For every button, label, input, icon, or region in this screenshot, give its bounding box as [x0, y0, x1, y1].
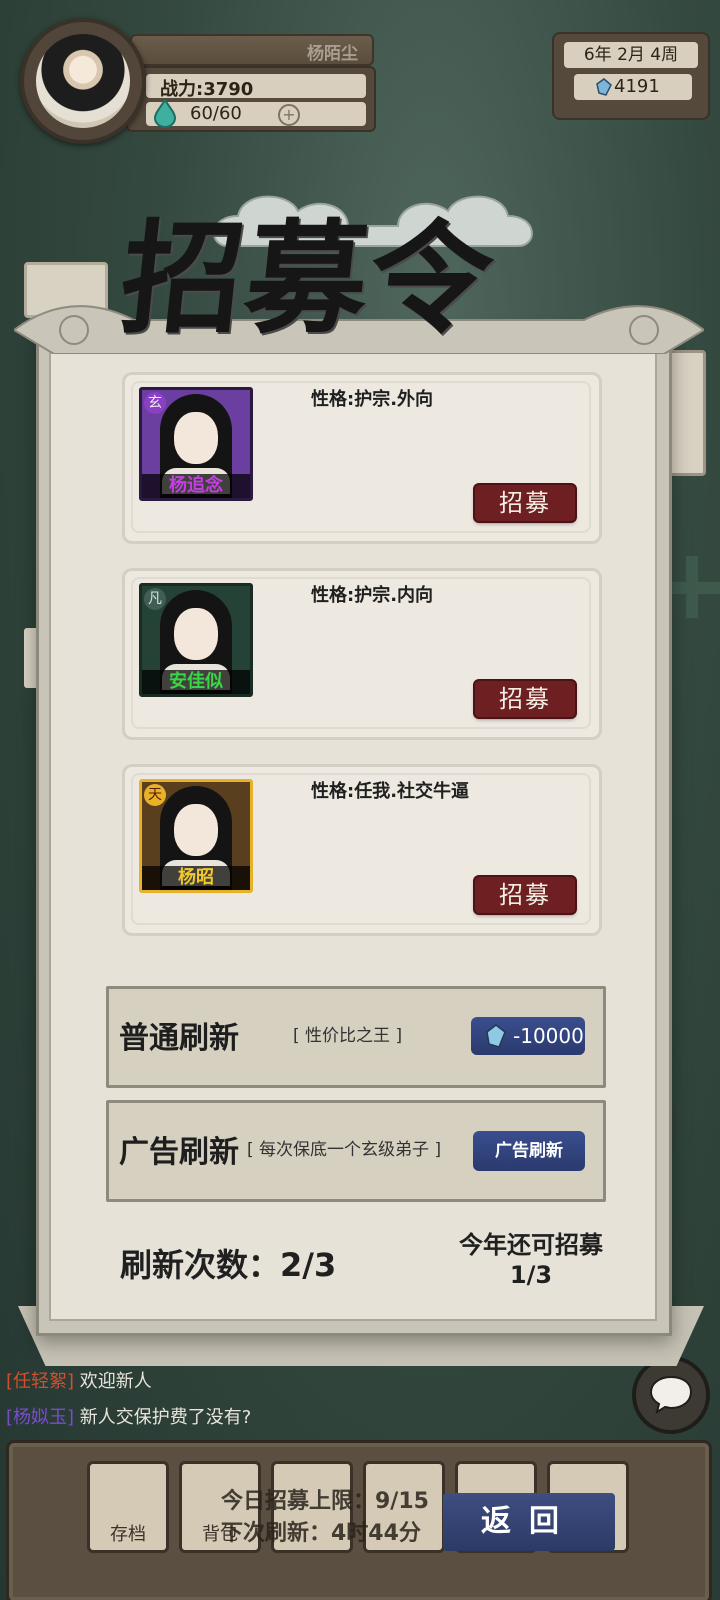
- chat-text: 新人交保护费了没有?: [79, 1407, 252, 1428]
- portrait-face: [174, 412, 218, 464]
- candidate-personality: 性格:护宗.外向: [311, 389, 434, 410]
- chat-bubble-icon: [649, 1375, 693, 1414]
- recruit-button[interactable]: 招募: [475, 485, 575, 521]
- calendar-panel: 6年 2月 4周 4191: [552, 32, 710, 120]
- portrait-face: [174, 608, 218, 660]
- normal-refresh-desc: [ 性价比之王 ]: [293, 1026, 403, 1046]
- tab-save[interactable]: 存档: [87, 1461, 169, 1553]
- player-avatar[interactable]: [20, 18, 146, 144]
- player-name-bar: 杨陌尘: [130, 34, 374, 66]
- stamina-drop-icon: [153, 98, 177, 128]
- gem-icon: [596, 78, 612, 96]
- power-row: 战力:3790: [146, 74, 366, 100]
- candidate-card: 凡 安佳似 性格:护宗.内向 招募: [122, 568, 602, 740]
- bottom-menu-bar: 存档 背包 今日招募上限：9/15 下次刷新：4时44分 返回: [6, 1440, 712, 1600]
- recruit-button[interactable]: 招募: [475, 681, 575, 717]
- daily-recruit-limit: 今日招募上限：9/15: [221, 1489, 429, 1514]
- ad-refresh-title: 广告刷新: [119, 1135, 239, 1170]
- background-cross-ornament: [664, 556, 720, 618]
- normal-refresh-title: 普通刷新: [119, 1021, 239, 1056]
- chat-message: [杨姒玉] 新人交保护费了没有?: [6, 1400, 426, 1436]
- stamina-row: 60/60 +: [146, 98, 366, 128]
- candidate-portrait: 凡 安佳似: [139, 583, 253, 697]
- normal-refresh-panel: 普通刷新 [ 性价比之王 ] -10000: [106, 986, 606, 1088]
- player-name: 杨陌尘: [307, 44, 358, 64]
- world-chat: [任轻絮] 欢迎新人 [杨姒玉] 新人交保护费了没有?: [6, 1364, 426, 1436]
- ad-refresh-panel: 广告刷新 [ 每次保底一个玄级弟子 ] 广告刷新: [106, 1100, 606, 1202]
- recruit-button[interactable]: 招募: [475, 877, 575, 913]
- normal-refresh-button[interactable]: -10000: [471, 1017, 585, 1055]
- tab-label: 存档: [110, 1524, 146, 1545]
- player-stats: 战力:3790 60/60 +: [126, 66, 376, 132]
- return-button[interactable]: 返回: [443, 1493, 615, 1551]
- year-recruit-remaining: 今年还可招募1/3: [459, 1231, 603, 1289]
- ad-refresh-desc: [ 每次保底一个玄级弟子 ]: [247, 1140, 442, 1160]
- candidate-personality: 性格:护宗.内向: [311, 585, 434, 606]
- next-refresh-timer: 下次刷新：4时44分: [221, 1521, 421, 1546]
- gem-counter: 4191: [574, 74, 692, 100]
- refresh-cost: -10000: [513, 1024, 584, 1048]
- gem-icon: [486, 1024, 506, 1048]
- refresh-count: 刷新次数：2/3: [120, 1246, 337, 1284]
- gem-count: 4191: [614, 76, 660, 97]
- dialog-title: 招募令: [114, 206, 502, 350]
- candidate-name: 安佳似: [142, 670, 250, 694]
- chat-text: 欢迎新人: [79, 1371, 152, 1392]
- ad-refresh-button[interactable]: 广告刷新: [473, 1131, 585, 1171]
- candidate-portrait: 玄 杨追念: [139, 387, 253, 501]
- chat-message: [任轻絮] 欢迎新人: [6, 1364, 426, 1400]
- chat-button[interactable]: [632, 1356, 710, 1434]
- rank-badge: 凡: [144, 588, 166, 610]
- candidate-name: 杨昭: [142, 866, 250, 890]
- candidate-personality: 性格:任我.社交牛逼: [311, 781, 470, 802]
- avatar-portrait: [36, 34, 130, 128]
- game-date: 6年 2月 4周: [564, 42, 698, 68]
- chat-sender: [杨姒玉]: [6, 1407, 75, 1428]
- game-screen: 杨陌尘 战力:3790 60/60 + 6年 2月 4周 4191 [任轻絮]: [0, 0, 720, 1600]
- portrait-face: [174, 804, 218, 856]
- candidate-portrait: 天 杨昭: [139, 779, 253, 893]
- add-stamina-button[interactable]: +: [278, 104, 300, 126]
- rank-badge: 天: [144, 784, 166, 806]
- candidate-card: 玄 杨追念 性格:护宗.外向 招募: [122, 372, 602, 544]
- stamina-value: 60/60: [190, 103, 242, 124]
- chat-sender: [任轻絮]: [6, 1371, 75, 1392]
- candidate-name: 杨追念: [142, 474, 250, 498]
- rank-badge: 玄: [144, 392, 166, 414]
- candidate-card: 天 杨昭 性格:任我.社交牛逼 招募: [122, 764, 602, 936]
